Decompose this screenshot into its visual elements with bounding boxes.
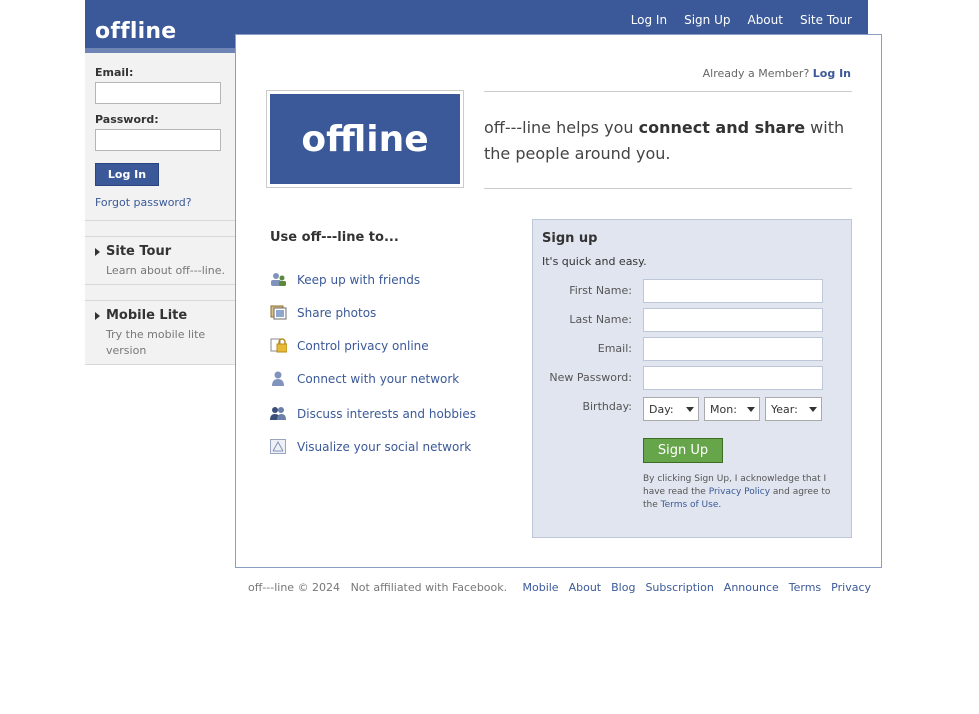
feature-label: Keep up with friends: [297, 272, 421, 287]
sidebar-divider: [85, 364, 236, 365]
forgot-password-link[interactable]: Forgot password?: [95, 196, 192, 209]
signup-button[interactable]: Sign Up: [643, 438, 723, 463]
tagline-part: off---line helps you: [484, 118, 639, 137]
birthday-year-select[interactable]: Year:: [765, 397, 822, 421]
mobile-lite-heading[interactable]: Mobile Lite: [95, 308, 187, 323]
sidebar-divider: [85, 284, 236, 285]
birthday-label: Birthday:: [582, 400, 632, 413]
signup-email-label: Email:: [597, 342, 632, 355]
chevron-down-icon: [809, 406, 817, 412]
site-logo[interactable]: offline: [95, 19, 176, 44]
sidebar-divider: [85, 236, 236, 237]
feature-item[interactable]: Visualize your social network: [270, 439, 471, 454]
signup-title: Sign up: [542, 231, 598, 246]
expand-arrow-icon: [95, 247, 100, 256]
signup-legal-text: By clicking Sign Up, I acknowledge that …: [643, 473, 843, 512]
footer-link-terms[interactable]: Terms: [789, 581, 821, 594]
signup-subtitle: It's quick and easy.: [542, 255, 647, 268]
last-name-input[interactable]: [643, 308, 823, 332]
day-select-value: Day:: [649, 402, 674, 416]
group-icon: [270, 407, 286, 420]
footer-link-blog[interactable]: Blog: [611, 581, 635, 594]
first-name-label: First Name:: [569, 284, 632, 297]
sidebar-divider: [85, 300, 236, 301]
footer-info: off---line © 2024 Not affiliated with Fa…: [248, 581, 507, 594]
divider: [484, 188, 852, 189]
expand-arrow-icon: [95, 311, 100, 320]
feature-item[interactable]: Keep up with friends: [270, 272, 420, 287]
feature-item[interactable]: Discuss interests and hobbies: [270, 406, 476, 421]
site-tour-heading[interactable]: Site Tour: [95, 244, 171, 259]
disclaimer: Not affiliated with Facebook.: [350, 581, 508, 594]
site-tour-description: Learn about off---line.: [106, 264, 226, 277]
tagline-emphasis: connect and share: [638, 118, 806, 137]
nav-login-link[interactable]: Log In: [614, 13, 667, 27]
feature-label: Connect with your network: [297, 371, 460, 386]
footer-link-mobile[interactable]: Mobile: [522, 581, 558, 594]
already-member-text: Already a Member? Log In: [703, 67, 851, 80]
big-logo-frame: offline: [266, 90, 464, 188]
divider: [484, 91, 852, 92]
footer-link-about[interactable]: About: [569, 581, 602, 594]
feature-label: Control privacy online: [297, 338, 429, 353]
feature-label: Discuss interests and hobbies: [297, 406, 476, 421]
features-title: Use off---line to...: [270, 230, 399, 245]
email-label: Email:: [95, 66, 134, 79]
copyright: off---line © 2024: [248, 581, 341, 594]
footer-link-announce[interactable]: Announce: [724, 581, 779, 594]
sidebar-divider: [85, 220, 236, 221]
birthday-day-select[interactable]: Day:: [643, 397, 699, 421]
person-icon: [272, 371, 284, 386]
network-icon: [270, 439, 286, 454]
privacy-policy-link[interactable]: Privacy Policy: [709, 487, 770, 497]
login-password-input[interactable]: [95, 129, 221, 151]
birthday-month-select[interactable]: Mon:: [704, 397, 760, 421]
new-password-input[interactable]: [643, 366, 823, 390]
feature-label: Share photos: [297, 305, 377, 320]
mobile-lite-title: Mobile Lite: [106, 308, 188, 323]
nav-signup-link[interactable]: Sign Up: [667, 13, 730, 27]
already-member-label: Already a Member?: [702, 67, 810, 80]
chevron-down-icon: [747, 406, 755, 412]
login-email-input[interactable]: [95, 82, 221, 104]
terms-link[interactable]: Terms of Use: [661, 500, 719, 510]
tagline: off---line helps you connect and share w…: [484, 115, 852, 167]
footer-link-privacy[interactable]: Privacy: [831, 581, 871, 594]
site-tour-title: Site Tour: [106, 244, 172, 259]
feature-label: Visualize your social network: [297, 439, 472, 454]
lock-icon: [270, 338, 287, 353]
login-button[interactable]: Log In: [95, 163, 159, 186]
feature-item[interactable]: Connect with your network: [270, 371, 459, 386]
footer-links: Mobile About Blog Subscription Announce …: [512, 581, 871, 594]
feature-item[interactable]: Share photos: [270, 305, 376, 320]
footer-link-subscription[interactable]: Subscription: [645, 581, 713, 594]
member-login-link[interactable]: Log In: [813, 67, 851, 80]
friends-icon: [271, 273, 286, 286]
mobile-lite-description: Try the mobile lite version: [106, 328, 206, 357]
feature-item[interactable]: Control privacy online: [270, 338, 429, 353]
nav-site-tour-link[interactable]: Site Tour: [783, 13, 852, 27]
first-name-input[interactable]: [643, 279, 823, 303]
photos-icon: [270, 305, 287, 320]
top-nav: Log In Sign Up About Site Tour: [614, 13, 852, 27]
nav-about-link[interactable]: About: [730, 13, 782, 27]
signup-email-input[interactable]: [643, 337, 823, 361]
password-label: Password:: [95, 113, 159, 126]
year-select-value: Year:: [771, 402, 798, 416]
new-password-label: New Password:: [549, 371, 632, 384]
last-name-label: Last Name:: [569, 313, 632, 326]
legal-text: .: [718, 500, 722, 510]
month-select-value: Mon:: [710, 402, 737, 416]
big-logo: offline: [270, 94, 460, 184]
chevron-down-icon: [686, 406, 694, 412]
